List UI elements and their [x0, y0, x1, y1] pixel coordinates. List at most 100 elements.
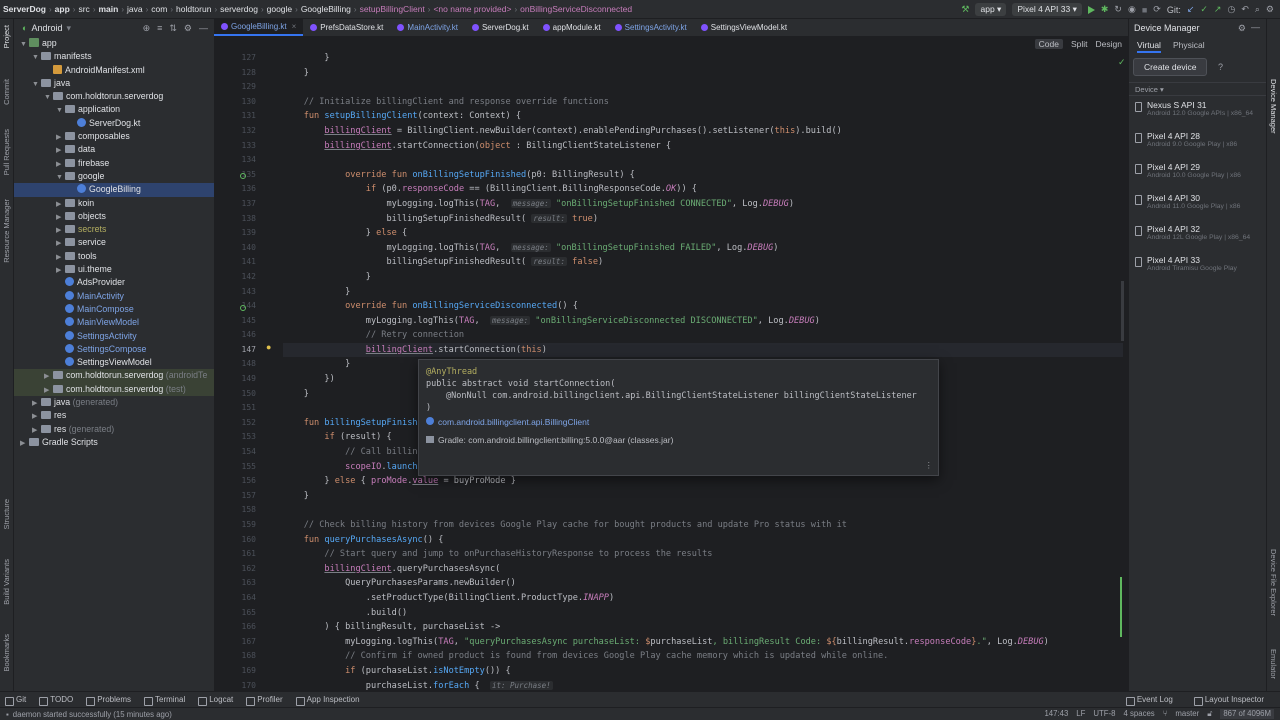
tree-item-application[interactable]: ▼ application — [14, 103, 214, 116]
indent-setting[interactable]: 4 spaces — [1124, 709, 1155, 719]
tree-item-service[interactable]: ▶ service — [14, 236, 214, 249]
panel-settings-icon[interactable]: ⚙ — [1238, 23, 1246, 34]
override-marker-icon[interactable] — [240, 305, 246, 311]
line-number[interactable]: 160 — [214, 533, 264, 548]
line-number[interactable]: 140 — [214, 241, 264, 256]
line-number[interactable]: 143 — [214, 285, 264, 300]
line-number[interactable]: 148 — [214, 357, 264, 372]
stop-icon[interactable]: ■ — [1142, 5, 1147, 15]
breadcrumb-com[interactable]: com — [148, 4, 170, 14]
tab-settingsactivity[interactable]: SettingsActivity.kt — [608, 18, 694, 36]
tree-item-java-generated[interactable]: ▶ java (generated) — [14, 396, 214, 409]
settings-icon[interactable]: ⚙ — [1266, 4, 1274, 15]
tool-logcat[interactable]: Logcat — [193, 695, 241, 706]
breadcrumb-googlebilling[interactable]: GoogleBilling — [298, 4, 354, 14]
tool-app-inspection[interactable]: App Inspection — [291, 695, 368, 706]
git-push-icon[interactable]: ↗ — [1214, 4, 1222, 15]
attach-debugger-icon[interactable]: ◉ — [1128, 4, 1136, 15]
line-number[interactable]: 169 — [214, 664, 264, 679]
status-message[interactable]: daemon started successfully (15 minutes … — [9, 710, 172, 719]
tool-build-variants[interactable]: Build Variants — [2, 559, 11, 605]
lock-icon[interactable]: 🔓︎ — [1207, 709, 1212, 719]
inspection-ok-icon[interactable]: ✓ — [1118, 57, 1126, 68]
close-icon[interactable]: × — [292, 22, 297, 31]
tree-item-adsprovider[interactable]: AdsProvider — [14, 276, 214, 289]
help-icon[interactable]: ? — [1218, 62, 1223, 72]
line-number[interactable]: 156 — [214, 474, 264, 489]
line-number[interactable]: 159 — [214, 518, 264, 533]
tree-item-java[interactable]: ▼ java — [14, 77, 214, 90]
line-number[interactable]: 153 — [214, 430, 264, 445]
caret-position[interactable]: 147:43 — [1044, 709, 1068, 719]
tool-profiler[interactable]: Profiler — [241, 695, 290, 706]
line-number[interactable]: 131 — [214, 109, 264, 124]
tree-item-gradle-scripts[interactable]: ▶ Gradle Scripts — [14, 436, 214, 449]
tree-item-composables[interactable]: ▶ composables — [14, 130, 214, 143]
line-number[interactable]: 147 — [214, 343, 264, 358]
line-number[interactable]: 136 — [214, 182, 264, 197]
line-number[interactable]: 158 — [214, 503, 264, 518]
view-mode-code[interactable]: Code — [1034, 39, 1063, 49]
device-column-header[interactable]: Device ▾ — [1129, 82, 1266, 96]
line-separator[interactable]: LF — [1076, 709, 1085, 719]
tree-item-res[interactable]: ▶ res — [14, 409, 214, 422]
tab-virtual[interactable]: Virtual — [1137, 37, 1161, 53]
run-icon[interactable] — [1087, 5, 1095, 14]
project-view-select[interactable]: Android — [31, 23, 62, 33]
tool-commit[interactable]: Commit — [2, 79, 11, 105]
line-number[interactable]: 134 — [214, 153, 264, 168]
more-options-icon[interactable]: ⋮ — [925, 461, 934, 471]
tree-item-secrets[interactable]: ▶ secrets — [14, 223, 214, 236]
breadcrumb-module[interactable]: app — [52, 4, 73, 14]
hammer-icon[interactable]: ⚒ — [961, 4, 969, 15]
line-number[interactable]: 130 — [214, 95, 264, 110]
tree-item-package-test[interactable]: ▶ com.holdtorun.serverdog (test) — [14, 382, 214, 397]
line-number[interactable]: 144 — [214, 299, 264, 314]
tool-layout-inspector[interactable]: Layout Inspector — [1189, 695, 1272, 706]
tab-mainactivity[interactable]: MainActivity.kt — [390, 18, 465, 36]
line-number[interactable]: 161 — [214, 547, 264, 562]
tree-item-googlebilling[interactable]: GoogleBilling — [14, 183, 214, 197]
collapse-all-icon[interactable]: ≡ — [157, 23, 162, 34]
tab-settingsviewmodel[interactable]: SettingsViewModel.kt — [694, 18, 794, 36]
tool-device-file-explorer[interactable]: Device File Explorer — [1269, 549, 1278, 616]
tree-item-ui-theme[interactable]: ▶ ui.theme — [14, 263, 214, 276]
line-number[interactable]: 155 — [214, 460, 264, 475]
line-number[interactable]: 170 — [214, 679, 264, 691]
tab-prefsdatastore[interactable]: PrefsDataStore.kt — [303, 18, 390, 36]
tab-physical[interactable]: Physical — [1173, 37, 1205, 53]
override-marker-icon[interactable] — [240, 173, 246, 179]
line-number[interactable]: 145 — [214, 314, 264, 329]
line-number[interactable]: 163 — [214, 576, 264, 591]
tab-serverdog[interactable]: ServerDog.kt — [465, 18, 536, 36]
line-number[interactable]: 152 — [214, 416, 264, 431]
memory-indicator[interactable]: 867 of 4096M — [1220, 709, 1274, 719]
tool-problems[interactable]: Problems — [81, 695, 139, 706]
line-number[interactable]: 146 — [214, 328, 264, 343]
tree-item-settingscompose[interactable]: SettingsCompose — [14, 343, 214, 356]
line-number[interactable]: 149 — [214, 372, 264, 387]
device-row[interactable]: Pixel 4 API 30 Android 11.0 Google Play |… — [1129, 189, 1266, 220]
line-number[interactable]: 167 — [214, 635, 264, 650]
tree-item-koin[interactable]: ▶ koin — [14, 197, 214, 210]
tree-item-androidmanifest[interactable]: AndroidManifest.xml — [14, 64, 214, 77]
tool-resource-manager[interactable]: Resource Manager — [2, 199, 11, 263]
rollback-icon[interactable]: ↶ — [1241, 4, 1249, 15]
debug-icon[interactable]: ✱ — [1101, 4, 1109, 15]
create-device-button[interactable]: Create device — [1133, 58, 1208, 76]
tool-bookmarks[interactable]: Bookmarks — [2, 634, 11, 672]
run-config-select[interactable]: app ▾ — [975, 3, 1007, 16]
breadcrumb-serverdog[interactable]: serverdog — [217, 4, 261, 14]
tool-device-manager[interactable]: Device Manager — [1269, 79, 1278, 134]
line-number[interactable]: 128 — [214, 66, 264, 81]
view-mode-split[interactable]: Split — [1071, 39, 1088, 49]
tree-item-data[interactable]: ▶ data — [14, 143, 214, 156]
panel-settings-icon[interactable]: ⚙ — [184, 23, 192, 34]
quick-documentation-popup[interactable]: @AnyThread public abstract void startCon… — [418, 359, 939, 476]
locate-icon[interactable]: ⊕ — [143, 23, 151, 34]
line-number[interactable]: 129 — [214, 80, 264, 95]
line-number[interactable]: 132 — [214, 124, 264, 139]
breadcrumb-google[interactable]: google — [264, 4, 296, 14]
breadcrumb-holdtorun[interactable]: holdtorun — [173, 4, 214, 14]
breadcrumb-main[interactable]: main — [95, 4, 121, 14]
